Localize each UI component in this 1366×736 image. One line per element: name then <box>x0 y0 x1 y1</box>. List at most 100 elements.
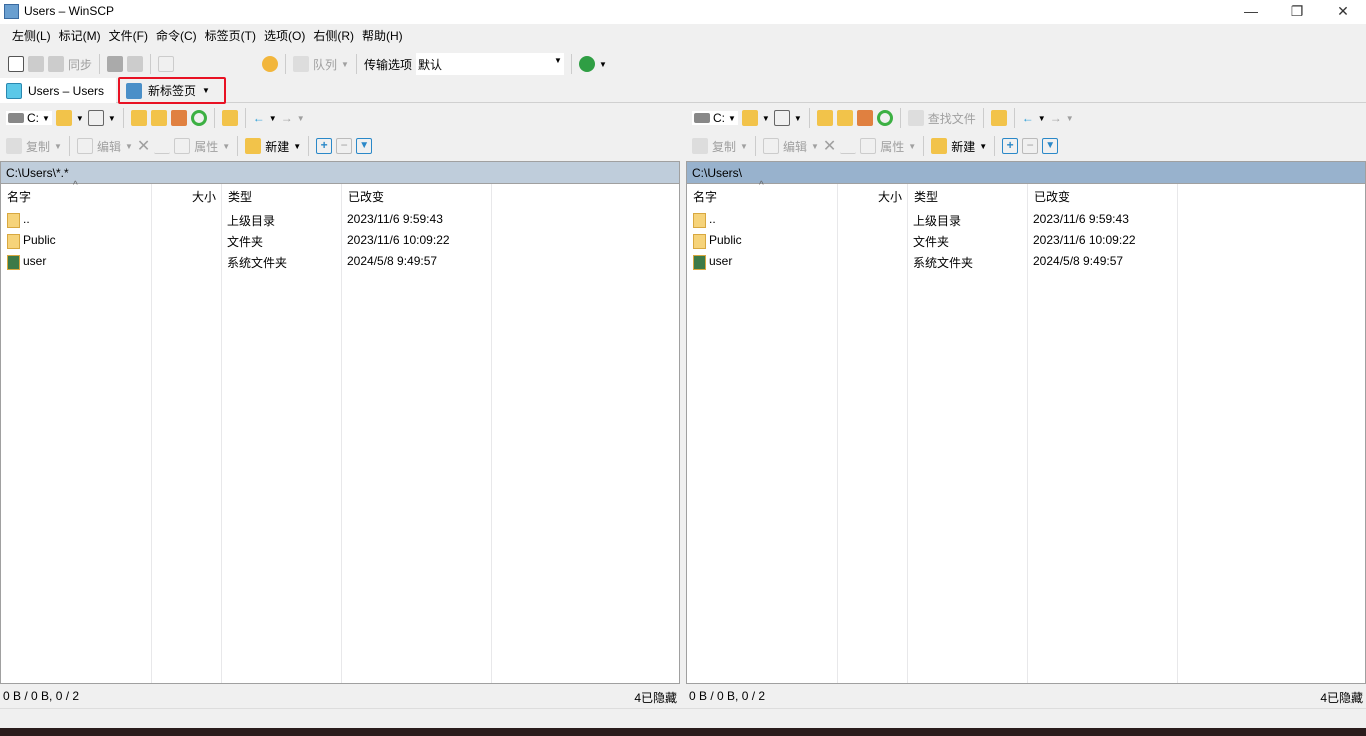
menu-tabs[interactable]: 标签页(T) <box>201 24 260 48</box>
rename-icon <box>840 138 857 154</box>
menu-options[interactable]: 选项(O) <box>260 24 309 48</box>
left-status: 0 B / 0 B, 0 / 2 4已隐藏 <box>0 686 680 706</box>
menu-file[interactable]: 文件(F) <box>105 24 152 48</box>
new-button[interactable]: 新建 <box>265 138 289 155</box>
restore-button[interactable]: ❐ <box>1274 0 1320 24</box>
current-path: C:\Users\*.* <box>6 166 69 180</box>
menu-commands[interactable]: 命令(C) <box>152 24 201 48</box>
file-changed: 2024/5/8 9:49:57 <box>347 254 438 268</box>
column-separator <box>838 184 908 683</box>
folder-icon <box>7 234 20 249</box>
file-type: 系统文件夹 <box>227 256 288 270</box>
queue-button: 队列 <box>313 57 338 72</box>
drive-label: C: <box>27 111 39 125</box>
open-directory-icon[interactable] <box>741 110 758 126</box>
column-header-type[interactable]: 类型 <box>228 188 252 205</box>
hidden-count: 4已隐藏 <box>1320 691 1363 705</box>
window-title: Users – WinSCP <box>24 4 115 18</box>
file-changed: 2023/11/6 9:59:43 <box>347 212 443 226</box>
tab-new[interactable]: 新标签页 ▼ <box>118 77 226 104</box>
minimize-button[interactable]: — <box>1228 0 1274 24</box>
transfer-settings-label: 传输选项 <box>363 57 412 72</box>
sort-ascending-icon: ^ <box>73 180 78 191</box>
copy-icon <box>6 138 22 154</box>
open-directory-icon[interactable] <box>55 110 72 126</box>
path-bar[interactable]: C:\Users\ <box>686 161 1366 184</box>
queue-icon <box>293 56 310 72</box>
tab-users[interactable]: Users – Users <box>0 78 116 103</box>
preferences-gear-icon[interactable] <box>262 56 279 72</box>
home-icon[interactable] <box>856 110 873 126</box>
drive-select[interactable]: C: ▼ <box>6 111 52 125</box>
drive-select[interactable]: C: ▼ <box>692 111 738 125</box>
column-separator <box>152 184 222 683</box>
selection-summary: 0 B / 0 B, 0 / 2 <box>689 689 766 703</box>
select-all-icon[interactable]: + <box>316 138 333 154</box>
file-list[interactable]: 名字 大小 类型 已改变 ^ .. 上级目录 2023/11/6 9:59:43 Pub… <box>0 180 680 684</box>
menu-help[interactable]: 帮助(H) <box>358 24 407 48</box>
deselect-icon: − <box>336 138 353 154</box>
properties-button: 属性 <box>880 139 905 154</box>
console-icon <box>107 56 124 72</box>
root-directory-icon[interactable] <box>836 110 853 126</box>
menu-mark[interactable]: 标记(M) <box>55 24 105 48</box>
new-folder-icon[interactable] <box>245 138 262 154</box>
file-name: Public <box>709 233 742 247</box>
tree-icon[interactable] <box>221 110 238 126</box>
file-changed: 2023/11/6 10:09:22 <box>1033 233 1136 247</box>
refresh-icon[interactable] <box>190 110 207 126</box>
column-header-changed[interactable]: 已改变 <box>1034 188 1070 205</box>
file-type: 文件夹 <box>227 235 264 249</box>
parent-dir-icon <box>693 213 706 228</box>
drive-icon <box>8 113 24 123</box>
file-list[interactable]: 名字 大小 类型 已改变 ^ .. 上级目录 2023/11/6 9:59:43 Pub… <box>686 180 1366 684</box>
back-icon[interactable]: ← <box>1022 111 1034 125</box>
path-bar[interactable]: C:\Users\*.* <box>0 161 680 184</box>
file-name: Public <box>23 233 56 247</box>
parent-directory-icon[interactable] <box>130 110 147 126</box>
drive-label: C: <box>713 111 725 125</box>
column-header-size[interactable]: 大小 <box>838 188 902 205</box>
filter-icon[interactable] <box>87 110 104 126</box>
invert-selection-icon[interactable]: ▼ <box>356 138 373 154</box>
home-icon[interactable] <box>170 110 187 126</box>
parent-directory-icon[interactable] <box>816 110 833 126</box>
column-header-changed[interactable]: 已改变 <box>348 188 384 205</box>
find-files-button: 查找文件 <box>927 111 976 126</box>
select-all-icon[interactable]: + <box>1002 138 1019 154</box>
column-header-size[interactable]: 大小 <box>152 188 216 205</box>
refresh-disabled-icon <box>158 56 175 72</box>
find-files-icon <box>907 110 924 126</box>
file-type: 上级目录 <box>227 214 276 228</box>
left-nav-toolbar: C: ▼ ▼ ▼ ← ▼ → ▼ <box>6 106 305 130</box>
new-folder-icon[interactable] <box>931 138 948 154</box>
column-header-name[interactable]: 名字 <box>693 188 717 205</box>
current-path: C:\Users\ <box>692 166 743 180</box>
new-button[interactable]: 新建 <box>951 138 975 155</box>
root-directory-icon[interactable] <box>150 110 167 126</box>
chevron-down-icon[interactable]: ▼ <box>202 86 210 95</box>
column-header-name[interactable]: 名字 <box>7 188 31 205</box>
properties-icon <box>860 138 877 154</box>
tree-icon[interactable] <box>990 110 1007 126</box>
back-icon[interactable]: ← <box>253 111 265 125</box>
invert-selection-icon[interactable]: ▼ <box>1042 138 1059 154</box>
sync-icon <box>48 56 64 72</box>
compare-icon[interactable] <box>8 56 24 72</box>
forward-icon: → <box>1049 111 1062 125</box>
taskbar <box>0 728 1366 736</box>
transfer-settings-select[interactable]: 默认 ▼ <box>415 53 564 75</box>
copy-icon <box>692 138 708 154</box>
menu-left[interactable]: 左侧(L) <box>8 24 55 48</box>
reconnect-icon[interactable] <box>578 56 595 72</box>
delete-icon: ✕ <box>136 138 151 155</box>
tab-label: Users – Users <box>28 83 105 98</box>
file-changed: 2023/11/6 10:09:22 <box>347 233 450 247</box>
file-type: 文件夹 <box>913 235 950 249</box>
menu-right[interactable]: 右侧(R) <box>309 24 358 48</box>
filter-icon[interactable] <box>773 110 790 126</box>
close-button[interactable]: ✕ <box>1320 0 1366 24</box>
hidden-count: 4已隐藏 <box>634 691 677 705</box>
refresh-icon[interactable] <box>876 110 893 126</box>
column-header-type[interactable]: 类型 <box>914 188 938 205</box>
